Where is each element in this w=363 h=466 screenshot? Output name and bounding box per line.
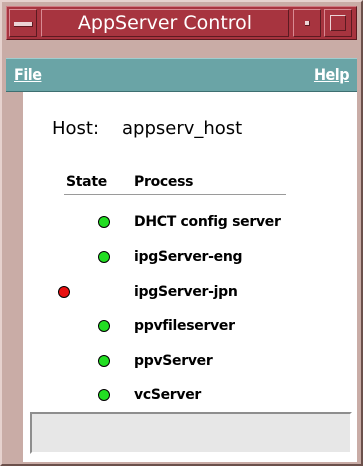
- minimize-icon: [305, 21, 310, 26]
- process-row: ppvServer: [24, 353, 363, 373]
- status-led-green-icon: [98, 355, 110, 367]
- left-frame-rail: [6, 92, 24, 462]
- maximize-icon: [330, 15, 346, 31]
- status-led-green-icon: [98, 389, 110, 401]
- process-name: ppvServer: [134, 353, 213, 369]
- status-field: [30, 412, 352, 454]
- status-led-red-icon: [58, 286, 70, 298]
- process-row: DHCT config server: [24, 214, 363, 234]
- header-divider: [64, 194, 286, 195]
- process-row: ipgServer-jpn: [24, 284, 363, 304]
- status-led-green-icon: [98, 320, 110, 332]
- menu-bar: File Help: [6, 58, 357, 92]
- process-row: ppvfileserver: [24, 318, 363, 338]
- window-menu-button[interactable]: [9, 9, 37, 37]
- host-value: appserv_host: [122, 118, 243, 139]
- maximize-button[interactable]: [324, 9, 352, 37]
- menu-file[interactable]: File: [14, 65, 42, 84]
- process-name: ipgServer-jpn: [134, 284, 238, 300]
- process-name: ipgServer-eng: [134, 249, 243, 265]
- menu-help[interactable]: Help: [314, 65, 350, 84]
- column-header-state: State: [66, 174, 107, 190]
- process-name: ppvfileserver: [134, 318, 235, 334]
- status-led-green-icon: [98, 216, 110, 228]
- status-led-green-icon: [98, 251, 110, 263]
- title-bar[interactable]: AppServer Control: [6, 6, 357, 40]
- process-name: DHCT config server: [134, 214, 281, 230]
- process-name: vcServer: [134, 387, 202, 403]
- column-header-process: Process: [134, 174, 194, 190]
- window-menu-icon: [14, 22, 33, 27]
- process-row: vcServer: [24, 387, 363, 407]
- host-label: Host:: [52, 118, 100, 139]
- minimize-button[interactable]: [293, 9, 321, 37]
- main-content: Host: appserv_host State Process DHCT co…: [24, 92, 357, 462]
- process-row: ipgServer-eng: [24, 249, 363, 269]
- window-title: AppServer Control: [41, 9, 289, 37]
- app-window: AppServer Control File Help Host: appser…: [0, 0, 363, 466]
